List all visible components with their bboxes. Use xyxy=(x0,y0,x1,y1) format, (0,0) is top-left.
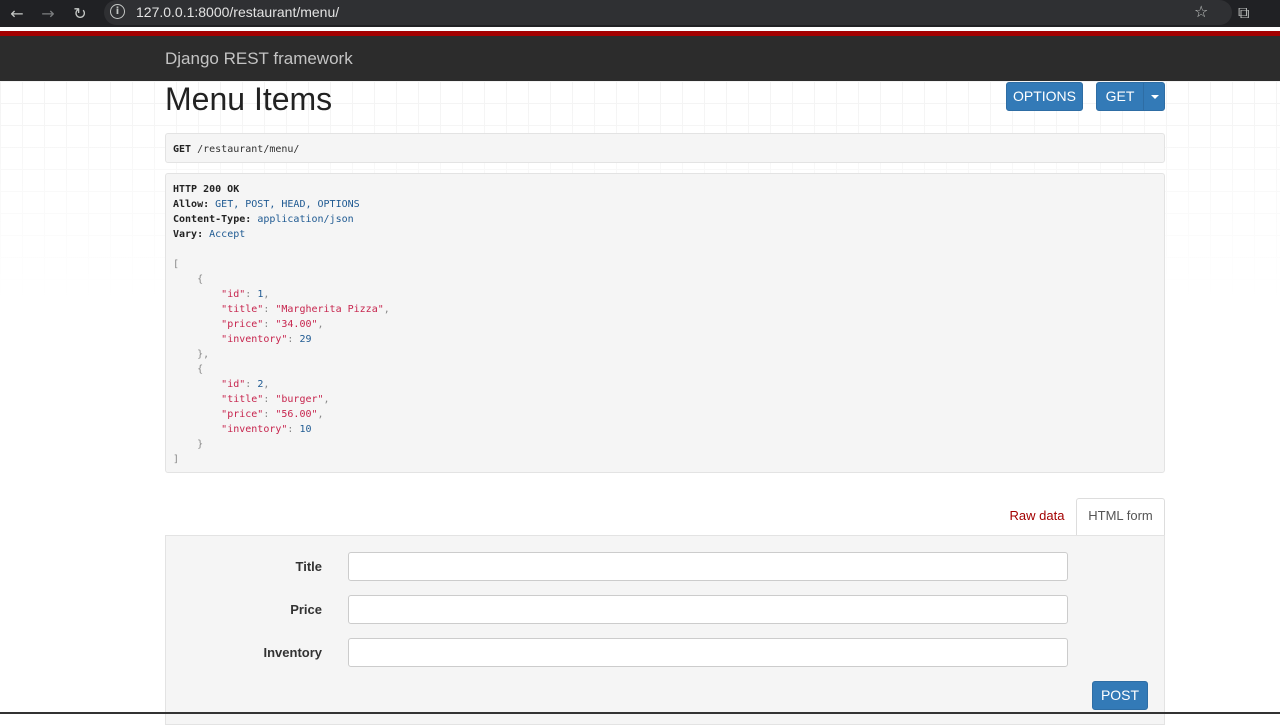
header-name: Allow: xyxy=(173,199,210,210)
tab-html-form[interactable]: HTML form xyxy=(1076,498,1165,536)
json-key: "title" xyxy=(221,304,264,315)
navbar-brand[interactable]: Django REST framework xyxy=(165,49,353,69)
json-value: "56.00" xyxy=(275,409,318,420)
price-label: Price xyxy=(290,602,322,617)
browser-toolbar: ← → ↻ i 127.0.0.1:8000/restaurant/menu/ … xyxy=(0,0,1280,27)
get-format-dropdown-button[interactable] xyxy=(1143,82,1165,111)
json-key: "price" xyxy=(221,409,264,420)
header-value: application/json xyxy=(257,214,354,225)
request-method: GET xyxy=(173,144,192,155)
json-value: 29 xyxy=(299,334,312,345)
get-button[interactable]: GET xyxy=(1096,82,1144,111)
price-input[interactable] xyxy=(348,595,1068,624)
json-key: "inventory" xyxy=(221,424,288,435)
request-path: /restaurant/menu/ xyxy=(197,144,300,155)
post-form: Title Price Inventory xyxy=(165,535,1165,725)
back-icon[interactable]: ← xyxy=(6,3,28,25)
title-input[interactable] xyxy=(348,552,1068,581)
reload-icon[interactable]: ↻ xyxy=(69,3,91,25)
json-key: "price" xyxy=(221,319,264,330)
caret-down-icon xyxy=(1151,95,1159,99)
extensions-icon[interactable]: ⧉ xyxy=(1238,3,1249,23)
bookmark-star-icon[interactable]: ☆ xyxy=(1194,2,1208,21)
options-button[interactable]: OPTIONS xyxy=(1006,82,1083,111)
navbar: Django REST framework xyxy=(0,36,1280,81)
title-label: Title xyxy=(295,559,323,574)
request-info: GET /restaurant/menu/ xyxy=(165,133,1165,163)
json-value: "burger" xyxy=(275,394,324,405)
json-value: "Margherita Pizza" xyxy=(275,304,384,315)
header-value: Accept xyxy=(209,229,246,240)
inventory-label: Inventory xyxy=(263,645,322,660)
forward-icon[interactable]: → xyxy=(37,3,59,25)
tab-raw-data[interactable]: Raw data xyxy=(1001,499,1073,534)
json-key: "id" xyxy=(221,289,246,300)
inventory-input[interactable] xyxy=(348,638,1068,667)
json-key: "inventory" xyxy=(221,334,288,345)
site-info-icon[interactable]: i xyxy=(110,4,125,19)
header-name: Vary: xyxy=(173,229,204,240)
page-title: Menu Items xyxy=(165,81,333,117)
json-key: "id" xyxy=(221,379,246,390)
address-url[interactable]: 127.0.0.1:8000/restaurant/menu/ xyxy=(136,4,339,20)
json-key: "title" xyxy=(221,394,264,405)
address-bar[interactable]: i 127.0.0.1:8000/restaurant/menu/ ☆ xyxy=(104,0,1232,25)
post-button[interactable]: POST xyxy=(1092,681,1148,710)
header-value: GET, POST, HEAD, OPTIONS xyxy=(215,199,360,210)
response-info: HTTP 200 OK Allow: GET, POST, HEAD, OPTI… xyxy=(165,173,1165,473)
json-value: "34.00" xyxy=(275,319,318,330)
response-status: HTTP 200 OK xyxy=(173,184,240,195)
json-value: 10 xyxy=(299,424,312,435)
header-name: Content-Type: xyxy=(173,214,252,225)
